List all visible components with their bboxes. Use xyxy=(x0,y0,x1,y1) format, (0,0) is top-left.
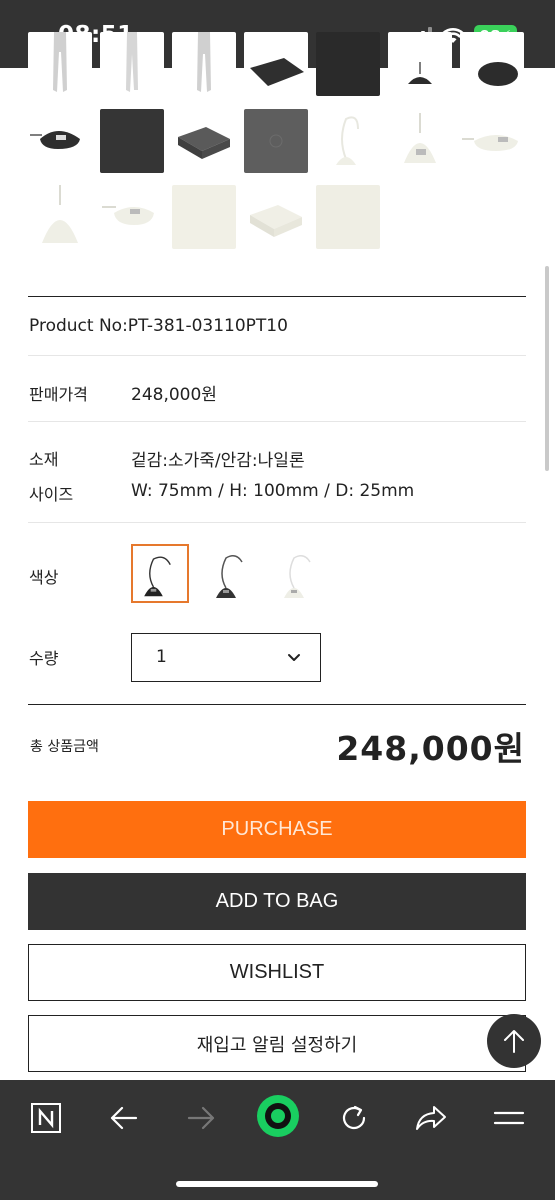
scrollbar[interactable] xyxy=(545,266,549,471)
arrow-left-icon xyxy=(110,1106,138,1130)
total-label: 총 상품금액 xyxy=(30,739,99,755)
total-price: 248,000원 xyxy=(336,729,525,768)
home-indicator[interactable] xyxy=(176,1181,378,1187)
thumbnail-pouch-white-plain[interactable] xyxy=(28,185,92,249)
thumbnail-leather-texture-white[interactable] xyxy=(172,185,236,249)
back-button[interactable] xyxy=(102,1096,146,1140)
share-arrow-icon xyxy=(416,1106,446,1130)
thumbnail-box-white[interactable] xyxy=(244,185,308,249)
restock-alert-button[interactable]: 재입고 알림 설정하기 xyxy=(28,1015,526,1072)
thumbnail-box-lid-white[interactable] xyxy=(316,185,380,249)
add-to-bag-button[interactable]: ADD TO BAG xyxy=(28,873,526,930)
quantity-select[interactable]: 1 xyxy=(131,633,321,682)
menu-button[interactable] xyxy=(487,1096,531,1140)
divider xyxy=(28,704,526,705)
thumbnail-pouch-side-dark[interactable] xyxy=(28,109,92,173)
thumbnail-model-3[interactable] xyxy=(172,32,236,96)
thumbnail-model-2[interactable] xyxy=(100,32,164,96)
material-label: 소재 xyxy=(29,450,59,469)
thumbnail-pouch-dark[interactable] xyxy=(388,32,452,96)
green-dot-button[interactable] xyxy=(255,1093,301,1139)
price-value: 248,000원 xyxy=(131,385,217,405)
arrow-up-icon xyxy=(504,1030,524,1053)
thumbnail-box-lid-grey[interactable] xyxy=(244,109,308,173)
size-value: W: 75mm / H: 100mm / D: 25mm xyxy=(131,481,415,501)
color-label: 색상 xyxy=(29,568,59,587)
color-swatch-white[interactable] xyxy=(272,544,330,603)
hamburger-menu-icon xyxy=(493,1111,525,1125)
quantity-value: 1 xyxy=(156,647,167,667)
divider xyxy=(28,296,526,297)
divider xyxy=(28,522,526,523)
purchase-button[interactable]: PURCHASE xyxy=(28,801,526,858)
product-number: Product No:PT-381-03110PT10 xyxy=(29,316,288,336)
thumbnail-pouch-open-dark[interactable] xyxy=(460,32,524,96)
color-swatch-dark-grey[interactable] xyxy=(202,544,260,603)
quantity-label: 수량 xyxy=(29,649,59,668)
share-button[interactable] xyxy=(409,1096,453,1140)
thumbnail-pouch-white-side[interactable] xyxy=(460,109,524,173)
naver-home-button[interactable] xyxy=(24,1096,68,1140)
thumbnail-leather-dark[interactable] xyxy=(316,32,380,96)
material-value: 겉감:소가죽/안감:나일론 xyxy=(131,451,305,471)
thumbnail-pouch-white-front[interactable] xyxy=(388,109,452,173)
price-label: 판매가격 xyxy=(29,385,88,404)
arrow-right-icon xyxy=(187,1106,215,1130)
naver-logo-icon xyxy=(31,1103,61,1133)
size-label: 사이즈 xyxy=(29,485,74,504)
product-thumbnail-grid xyxy=(28,32,528,268)
thumbnail-model-1[interactable] xyxy=(28,32,92,96)
thumbnail-pouch-white-open[interactable] xyxy=(100,185,164,249)
divider xyxy=(28,355,526,356)
refresh-button[interactable] xyxy=(332,1096,376,1140)
scroll-to-top-button[interactable] xyxy=(487,1014,541,1068)
refresh-icon xyxy=(342,1105,366,1130)
divider xyxy=(28,421,526,422)
chevron-down-icon xyxy=(288,654,300,661)
thumbnail-leather-texture-dark[interactable] xyxy=(100,109,164,173)
wishlist-button[interactable]: WISHLIST xyxy=(28,944,526,1001)
color-swatch-black[interactable] xyxy=(131,544,189,603)
thumbnail-box-dark[interactable] xyxy=(244,32,308,96)
thumbnail-box-grey[interactable] xyxy=(172,109,236,173)
forward-button[interactable] xyxy=(179,1096,223,1140)
green-dot-icon xyxy=(257,1095,299,1137)
thumbnail-pouch-white-strap[interactable] xyxy=(316,109,380,173)
